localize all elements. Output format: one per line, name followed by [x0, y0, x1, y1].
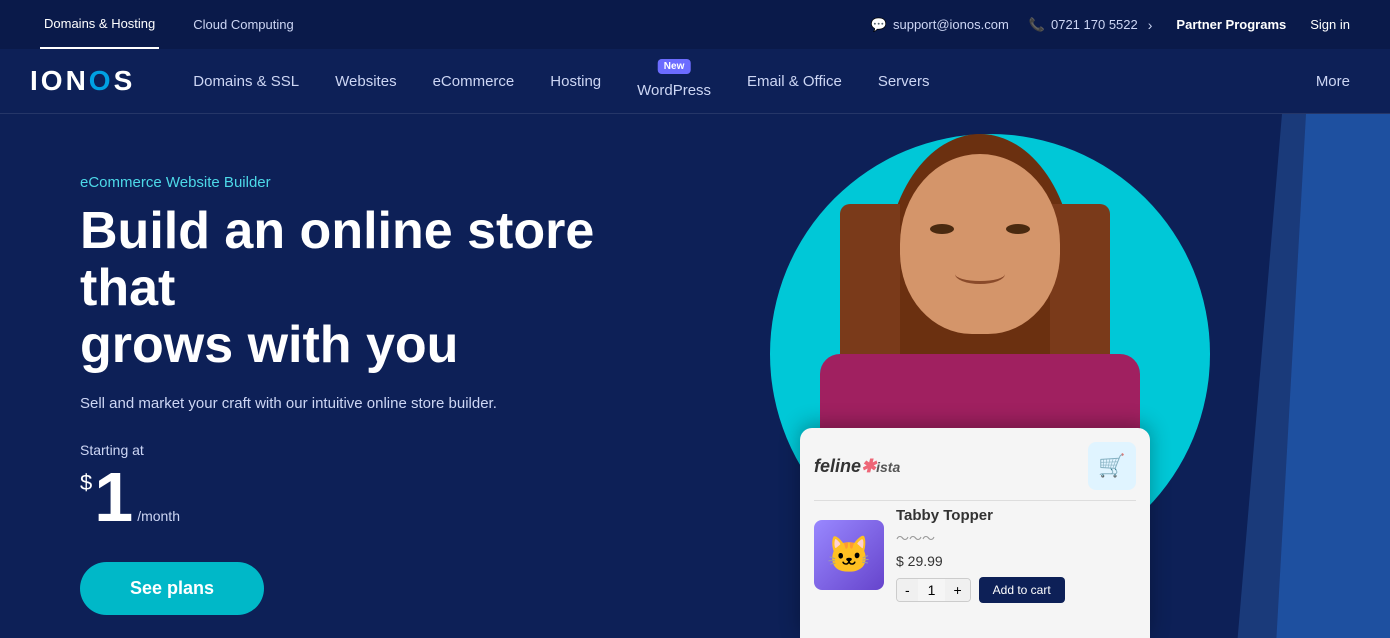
nav-servers[interactable]: Servers [860, 49, 948, 114]
product-price: $ 29.99 [896, 553, 1065, 569]
chevron-icon: › [1148, 17, 1153, 33]
card-brand-name: feline✱ista [814, 456, 900, 477]
phone-number: 0721 170 5522 [1051, 17, 1138, 32]
nav-domains-ssl[interactable]: Domains & SSL [175, 49, 317, 114]
logo[interactable]: IONOS [30, 65, 135, 97]
hero-section: eCommerce Website Builder Build an onlin… [0, 114, 1390, 638]
smile [955, 264, 1005, 284]
top-nav-domains[interactable]: Domains & Hosting [40, 0, 159, 49]
product-card: feline✱ista 🛒 🐱 Tabby Topper 〜〜〜 $ 29.99… [800, 428, 1150, 638]
support-email-item[interactable]: 💬 support@ionos.com [871, 17, 1009, 33]
add-to-cart-button[interactable]: Add to cart [979, 577, 1065, 603]
top-nav-cloud[interactable]: Cloud Computing [189, 0, 297, 49]
qty-control: - 1 + [896, 578, 971, 602]
new-badge: New [658, 59, 691, 74]
contact-info: 💬 support@ionos.com 📞 0721 170 5522 › [871, 17, 1153, 33]
top-bar-nav: Domains & Hosting Cloud Computing [40, 0, 298, 49]
support-email: support@ionos.com [893, 17, 1009, 32]
hero-description: Sell and market your craft with our intu… [80, 395, 620, 412]
card-header: feline✱ista 🛒 [814, 442, 1136, 490]
hero-title: Build an online store that grows with yo… [80, 203, 620, 375]
phone-item[interactable]: 📞 0721 170 5522 › [1029, 17, 1153, 33]
nav-items: Domains & SSL Websites eCommerce Hosting… [175, 49, 1306, 114]
support-icon: 💬 [871, 17, 887, 33]
card-actions: - 1 + Add to cart [896, 577, 1065, 603]
product-title: Tabby Topper [896, 507, 1065, 524]
hero-content: eCommerce Website Builder Build an onlin… [80, 174, 620, 615]
signin-link[interactable]: Sign in [1310, 17, 1350, 32]
nav-websites[interactable]: Websites [317, 49, 414, 114]
card-details: Tabby Topper 〜〜〜 $ 29.99 - 1 + Add to ca… [896, 507, 1065, 603]
hero-price: $ 1 /month [80, 462, 620, 532]
wavy-line: 〜〜〜 [896, 528, 1065, 547]
nav-hosting[interactable]: Hosting [532, 49, 619, 114]
hero-subtitle: eCommerce Website Builder [80, 174, 620, 191]
face [900, 154, 1060, 334]
card-divider [814, 500, 1136, 501]
cart-icon-box: 🛒 [1088, 442, 1136, 490]
price-period: /month [137, 508, 180, 524]
price-dollar: $ [80, 470, 92, 496]
card-body: 🐱 Tabby Topper 〜〜〜 $ 29.99 - 1 + Add to … [814, 507, 1136, 603]
qty-plus-button[interactable]: + [945, 579, 969, 601]
hero-visual: feline✱ista 🛒 🐱 Tabby Topper 〜〜〜 $ 29.99… [690, 114, 1390, 638]
qty-minus-button[interactable]: - [897, 579, 918, 601]
see-plans-button[interactable]: See plans [80, 562, 264, 615]
phone-icon: 📞 [1029, 17, 1045, 33]
right-eye [1006, 224, 1030, 234]
partner-programs-link[interactable]: Partner Programs [1176, 17, 1286, 32]
nav-wordpress[interactable]: New WordPress [619, 49, 729, 114]
nav-email-office[interactable]: Email & Office [729, 49, 860, 114]
price-label: Starting at [80, 442, 620, 458]
top-bar-right: 💬 support@ionos.com 📞 0721 170 5522 › Pa… [871, 17, 1350, 33]
left-eye [930, 224, 954, 234]
cart-icon: 🛒 [1098, 453, 1125, 479]
price-amount: 1 [94, 462, 133, 532]
top-bar: Domains & Hosting Cloud Computing 💬 supp… [0, 0, 1390, 49]
product-image: 🐱 [814, 520, 884, 590]
main-nav: IONOS Domains & SSL Websites eCommerce H… [0, 49, 1390, 114]
more-menu[interactable]: More [1306, 73, 1360, 90]
qty-value: 1 [918, 579, 946, 601]
nav-ecommerce[interactable]: eCommerce [415, 49, 533, 114]
